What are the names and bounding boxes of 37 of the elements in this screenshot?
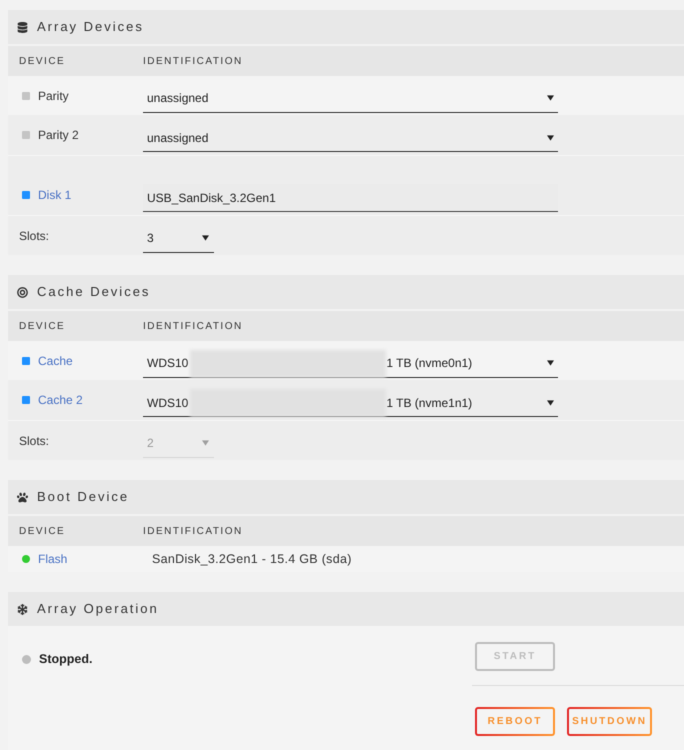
section-title: Array Operation	[37, 600, 159, 618]
select-field[interactable]: unassigned	[143, 124, 558, 152]
device-name: Parity 2	[38, 127, 79, 144]
select-field[interactable]: WDS10 1 TB (nvme0n1)	[143, 350, 558, 378]
slots-label: Slots:	[19, 228, 50, 244]
column-header: IDENTIFICATION	[143, 320, 243, 334]
column-header: DEVICE	[19, 320, 66, 334]
caret-icon	[547, 360, 554, 366]
device-name[interactable]: Cache 2	[38, 391, 83, 409]
action-button[interactable]: SHUTDOWN	[567, 707, 652, 736]
caret-icon	[202, 235, 209, 241]
section-title: Array Devices	[37, 18, 144, 36]
target-icon	[17, 286, 28, 298]
caret-icon	[202, 440, 209, 446]
section-title: Boot Device	[37, 488, 130, 506]
caret-icon	[547, 134, 554, 140]
column-header: DEVICE	[19, 524, 66, 538]
action-button[interactable]: REBOOT	[475, 707, 555, 736]
device-identification: SanDisk_3.2Gen1 - 15.4 GB (sda)	[151, 550, 352, 568]
caret-icon	[547, 400, 554, 406]
caret-icon	[547, 95, 554, 101]
device-name: Parity	[38, 88, 69, 104]
column-header: IDENTIFICATION	[143, 54, 243, 68]
database-icon	[17, 22, 28, 32]
slots-select[interactable]: 3	[143, 224, 214, 252]
select-field[interactable]: unassigned	[143, 84, 558, 112]
device-name[interactable]: Flash	[38, 550, 68, 568]
device-name[interactable]: Cache	[38, 352, 73, 370]
paw-icon	[17, 492, 28, 502]
column-header: IDENTIFICATION	[143, 524, 243, 538]
device-name[interactable]: Disk 1	[38, 186, 72, 204]
select-field[interactable]: WDS10 1 TB (nvme1n1)	[143, 389, 558, 417]
array-status: Stopped.	[39, 651, 92, 668]
slots-label: Slots:	[19, 432, 50, 450]
column-header: DEVICE	[19, 54, 66, 68]
section-title: Cache Devices	[37, 283, 150, 302]
snowflake-icon	[17, 604, 28, 614]
